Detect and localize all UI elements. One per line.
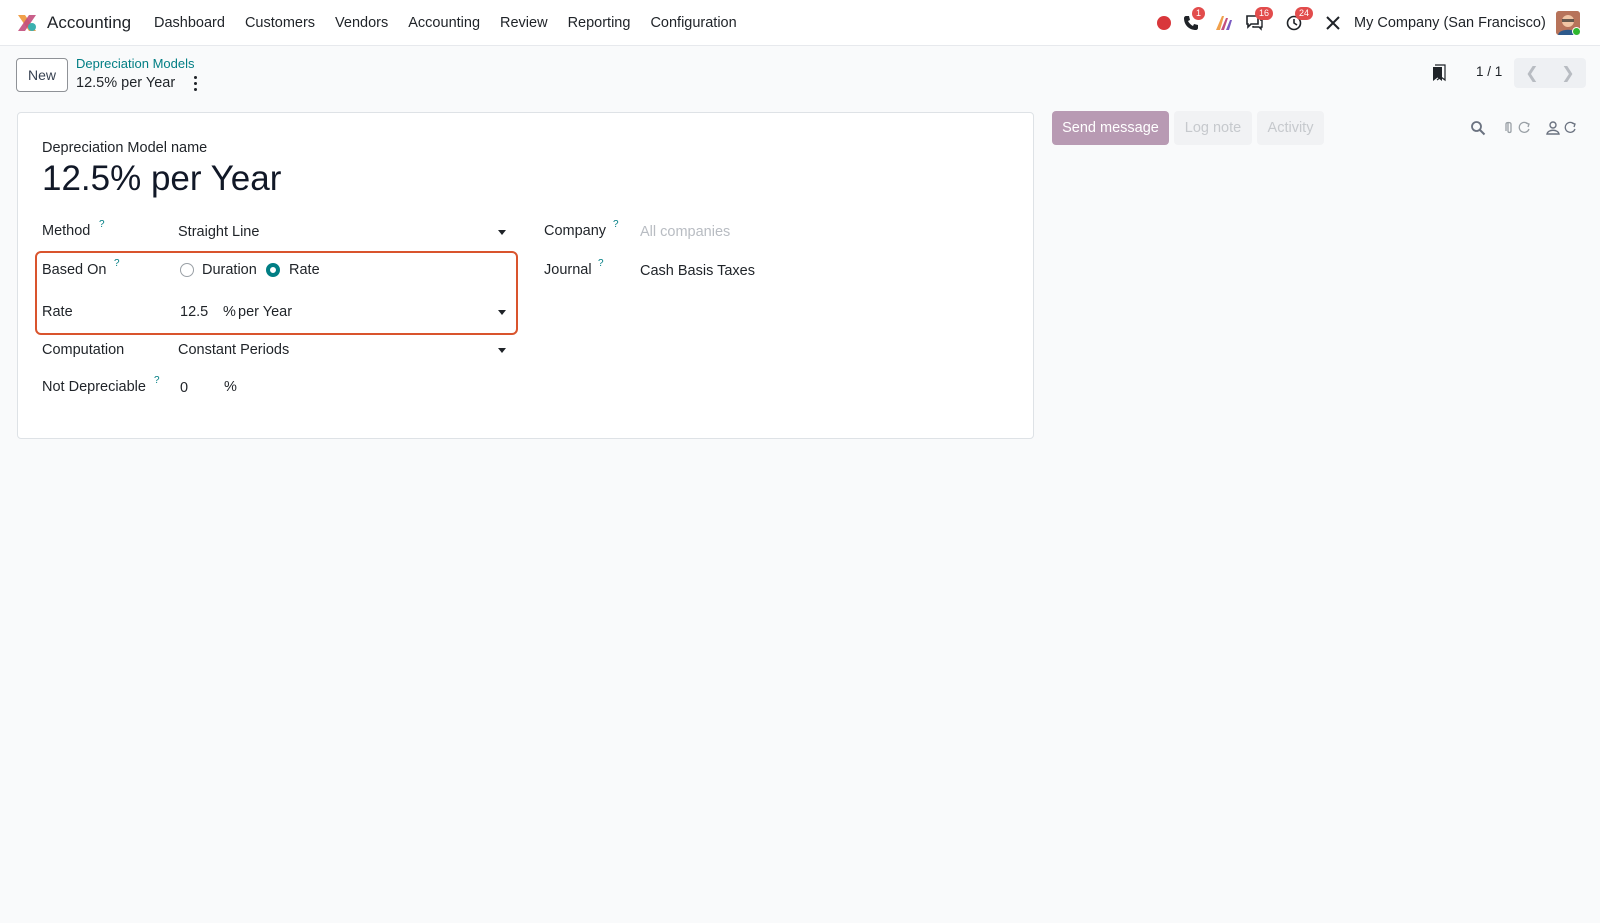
pager-value[interactable]: 1 / 1 [1476, 64, 1502, 79]
breadcrumb-current-record: 12.5% per Year [76, 75, 176, 91]
company-help-icon[interactable]: ? [613, 219, 619, 230]
record-actions-menu-icon[interactable] [190, 74, 200, 92]
menu-review[interactable]: Review [500, 15, 548, 31]
method-help-icon[interactable]: ? [99, 219, 105, 230]
phone-icon[interactable]: 1 [1181, 7, 1206, 34]
highlight-box [35, 251, 518, 335]
chevron-right-icon: ❯ [1561, 65, 1575, 82]
record-icon[interactable] [1155, 12, 1173, 34]
send-message-button[interactable]: Send message [1052, 111, 1169, 145]
menu-vendors[interactable]: Vendors [335, 15, 388, 31]
log-note-button[interactable]: Log note [1174, 111, 1252, 145]
menu-dashboard[interactable]: Dashboard [154, 15, 225, 31]
followers-icon[interactable] [1546, 119, 1580, 137]
app-name[interactable]: Accounting [47, 13, 131, 33]
method-label: Method [42, 223, 91, 239]
method-value: Straight Line [178, 224, 260, 240]
tools-icon[interactable] [1324, 12, 1342, 34]
top-navbar: Accounting Dashboard Customers Vendors A… [0, 0, 1600, 46]
form-sheet: Depreciation Model name 12.5% per Year M… [17, 112, 1034, 439]
model-name-field[interactable]: 12.5% per Year [42, 159, 281, 199]
not-depreciable-label: Not Depreciable [42, 379, 146, 395]
company-switcher[interactable]: My Company (San Francisco) [1354, 15, 1546, 31]
activities-badge: 24 [1295, 7, 1314, 20]
company-field[interactable]: All companies [640, 224, 730, 240]
activities-clock-icon[interactable]: 24 [1284, 7, 1314, 34]
new-button[interactable]: New [16, 58, 68, 92]
journal-help-icon[interactable]: ? [598, 258, 604, 269]
bookmark-icon[interactable] [1432, 64, 1446, 82]
menu-accounting[interactable]: Accounting [408, 15, 480, 31]
menu-customers[interactable]: Customers [245, 15, 315, 31]
main-menu: Dashboard Customers Vendors Accounting R… [154, 15, 757, 31]
accounting-app-icon[interactable] [16, 12, 38, 34]
pager-next-button[interactable]: ❯ [1550, 58, 1586, 88]
menu-reporting[interactable]: Reporting [568, 15, 631, 31]
phone-badge: 1 [1192, 7, 1206, 20]
breadcrumb-depreciation-models[interactable]: Depreciation Models [76, 56, 195, 71]
computation-dropdown-caret-icon [498, 348, 506, 353]
attachments-icon[interactable] [1502, 119, 1534, 137]
chevron-left-icon: ❮ [1525, 65, 1539, 82]
not-depreciable-unit: % [224, 379, 237, 395]
messages-badge: 16 [1255, 7, 1274, 20]
online-status-dot [1572, 27, 1580, 35]
not-depreciable-value-input[interactable]: 0 [180, 380, 188, 396]
pager-previous-button[interactable]: ❮ [1514, 58, 1550, 88]
method-select[interactable]: Straight Line [178, 217, 513, 243]
journal-field[interactable]: Cash Basis Taxes [640, 263, 755, 279]
journal-label: Journal [544, 262, 592, 278]
computation-select[interactable]: Constant Periods [178, 335, 513, 361]
company-label: Company [544, 223, 607, 239]
menu-configuration[interactable]: Configuration [650, 15, 736, 31]
computation-value: Constant Periods [178, 342, 290, 358]
method-dropdown-caret-icon [498, 230, 506, 235]
model-name-label: Depreciation Model name [42, 140, 208, 156]
computation-label: Computation [42, 342, 125, 358]
not-depreciable-help-icon[interactable]: ? [154, 375, 160, 386]
ai-icon[interactable] [1214, 12, 1234, 34]
user-avatar[interactable] [1556, 11, 1580, 35]
messages-icon[interactable]: 16 [1244, 7, 1274, 34]
search-messages-icon[interactable] [1470, 119, 1486, 137]
activity-button[interactable]: Activity [1257, 111, 1324, 145]
